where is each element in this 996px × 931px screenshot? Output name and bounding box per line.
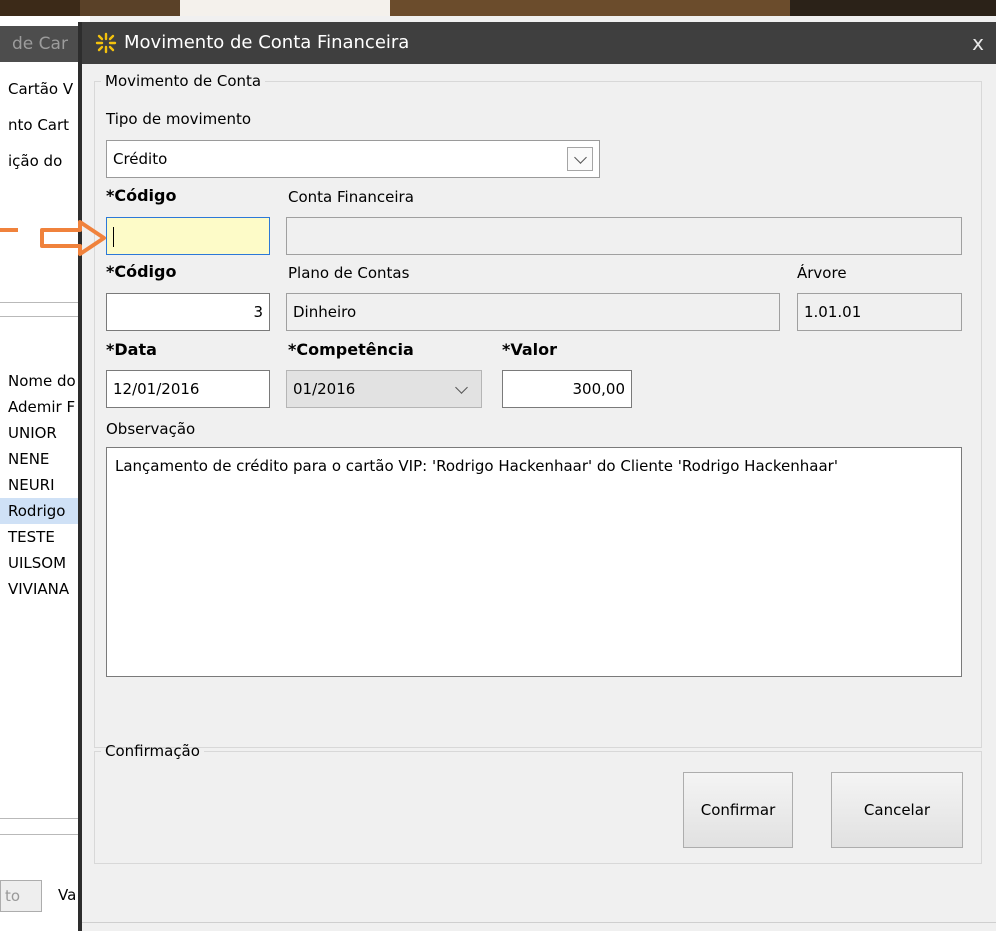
background-divider bbox=[0, 316, 90, 317]
background-menu-item[interactable]: Cartão V bbox=[8, 80, 73, 98]
tipo-movimento-dropdown-button[interactable] bbox=[567, 147, 593, 171]
list-item[interactable]: UILSOM bbox=[0, 550, 90, 576]
observacao-textarea[interactable]: Lançamento de crédito para o cartão VIP:… bbox=[106, 447, 962, 677]
tipo-movimento-label: Tipo de movimento bbox=[106, 110, 252, 128]
background-list: Nome do Ademir F UNIOR NENE NEURI Rodrig… bbox=[0, 368, 90, 602]
background-divider bbox=[0, 834, 90, 835]
list-item[interactable]: NEURI bbox=[0, 472, 90, 498]
plano-contas-label: Plano de Contas bbox=[288, 264, 410, 282]
orange-arrow-icon bbox=[40, 220, 106, 256]
list-item[interactable]: TESTE bbox=[0, 524, 90, 550]
dialog-bottom-divider bbox=[82, 922, 996, 923]
data-input[interactable]: 12/01/2016 bbox=[106, 370, 270, 408]
background-window: de Car Cartão V nto Cart ição do Nome do… bbox=[0, 16, 90, 931]
dialog-titlebar[interactable]: Movimento de Conta Financeira x bbox=[82, 22, 996, 64]
plano-codigo-input[interactable]: 3 bbox=[106, 293, 270, 331]
tipo-movimento-value: Crédito bbox=[113, 150, 168, 168]
confirmacao-group-legend: Confirmação bbox=[105, 742, 200, 760]
list-item[interactable]: UNIOR bbox=[0, 420, 90, 446]
list-item-selected[interactable]: Rodrigo bbox=[0, 498, 90, 524]
background-divider bbox=[0, 302, 90, 303]
conta-financeira-field bbox=[286, 217, 962, 255]
background-window-title: de Car bbox=[0, 26, 90, 62]
confirmar-button[interactable]: Confirmar bbox=[683, 772, 793, 848]
movimento-group-legend: Movimento de Conta bbox=[105, 72, 262, 90]
tipo-movimento-select[interactable]: Crédito bbox=[106, 140, 600, 178]
list-item[interactable]: VIVIANA bbox=[0, 576, 90, 602]
valor-label: *Valor bbox=[502, 340, 558, 359]
arvore-label: Árvore bbox=[797, 264, 847, 282]
background-list-header[interactable]: Nome do bbox=[0, 368, 90, 394]
background-button[interactable]: to bbox=[0, 880, 42, 912]
close-button[interactable]: x bbox=[960, 22, 996, 64]
background-orange-mark bbox=[0, 228, 18, 232]
background-divider bbox=[0, 818, 90, 819]
conta-financeira-label: Conta Financeira bbox=[288, 188, 414, 206]
conta-codigo-label: *Código bbox=[106, 186, 177, 205]
close-icon: x bbox=[972, 31, 984, 55]
chevron-down-icon bbox=[455, 381, 468, 394]
text-cursor bbox=[113, 226, 114, 247]
background-menu-item[interactable]: ição do bbox=[8, 152, 62, 170]
dialog-title: Movimento de Conta Financeira bbox=[124, 32, 410, 53]
plano-contas-field: Dinheiro bbox=[286, 293, 780, 331]
arvore-field: 1.01.01 bbox=[797, 293, 962, 331]
list-item[interactable]: NENE bbox=[0, 446, 90, 472]
background-desktop-strip bbox=[0, 0, 996, 16]
background-menu-item[interactable]: nto Cart bbox=[8, 116, 69, 134]
yellow-sparkle-icon bbox=[95, 32, 117, 54]
competencia-select[interactable]: 01/2016 bbox=[286, 370, 482, 408]
data-label: *Data bbox=[106, 340, 157, 359]
valor-input[interactable]: 300,00 bbox=[502, 370, 632, 408]
conta-codigo-input[interactable] bbox=[106, 217, 270, 255]
competencia-label: *Competência bbox=[288, 340, 414, 359]
competencia-value: 01/2016 bbox=[293, 380, 356, 398]
observacao-label: Observação bbox=[106, 420, 196, 438]
chevron-down-icon bbox=[574, 151, 587, 164]
plano-codigo-label: *Código bbox=[106, 262, 177, 281]
background-label: Va bbox=[58, 886, 77, 904]
list-item[interactable]: Ademir F bbox=[0, 394, 90, 420]
cancelar-button[interactable]: Cancelar bbox=[831, 772, 963, 848]
